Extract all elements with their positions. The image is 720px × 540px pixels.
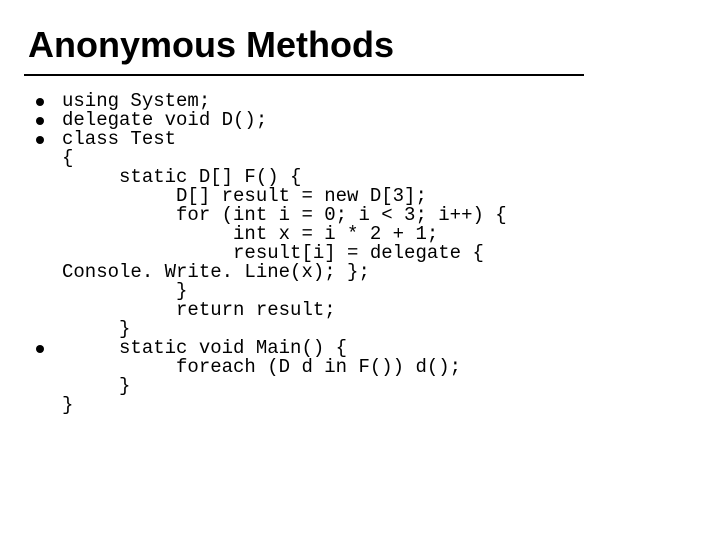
bullet-icon <box>36 345 44 353</box>
bullet-icon <box>36 117 44 125</box>
bullet-icon <box>36 98 44 106</box>
slide-body: using System; delegate void D(); class T… <box>36 92 684 415</box>
bullet-icon <box>36 136 44 144</box>
code-line: } <box>62 396 73 415</box>
code-line: class Test <box>62 130 176 149</box>
title-underline <box>24 74 584 76</box>
slide-title: Anonymous Methods <box>28 24 394 66</box>
